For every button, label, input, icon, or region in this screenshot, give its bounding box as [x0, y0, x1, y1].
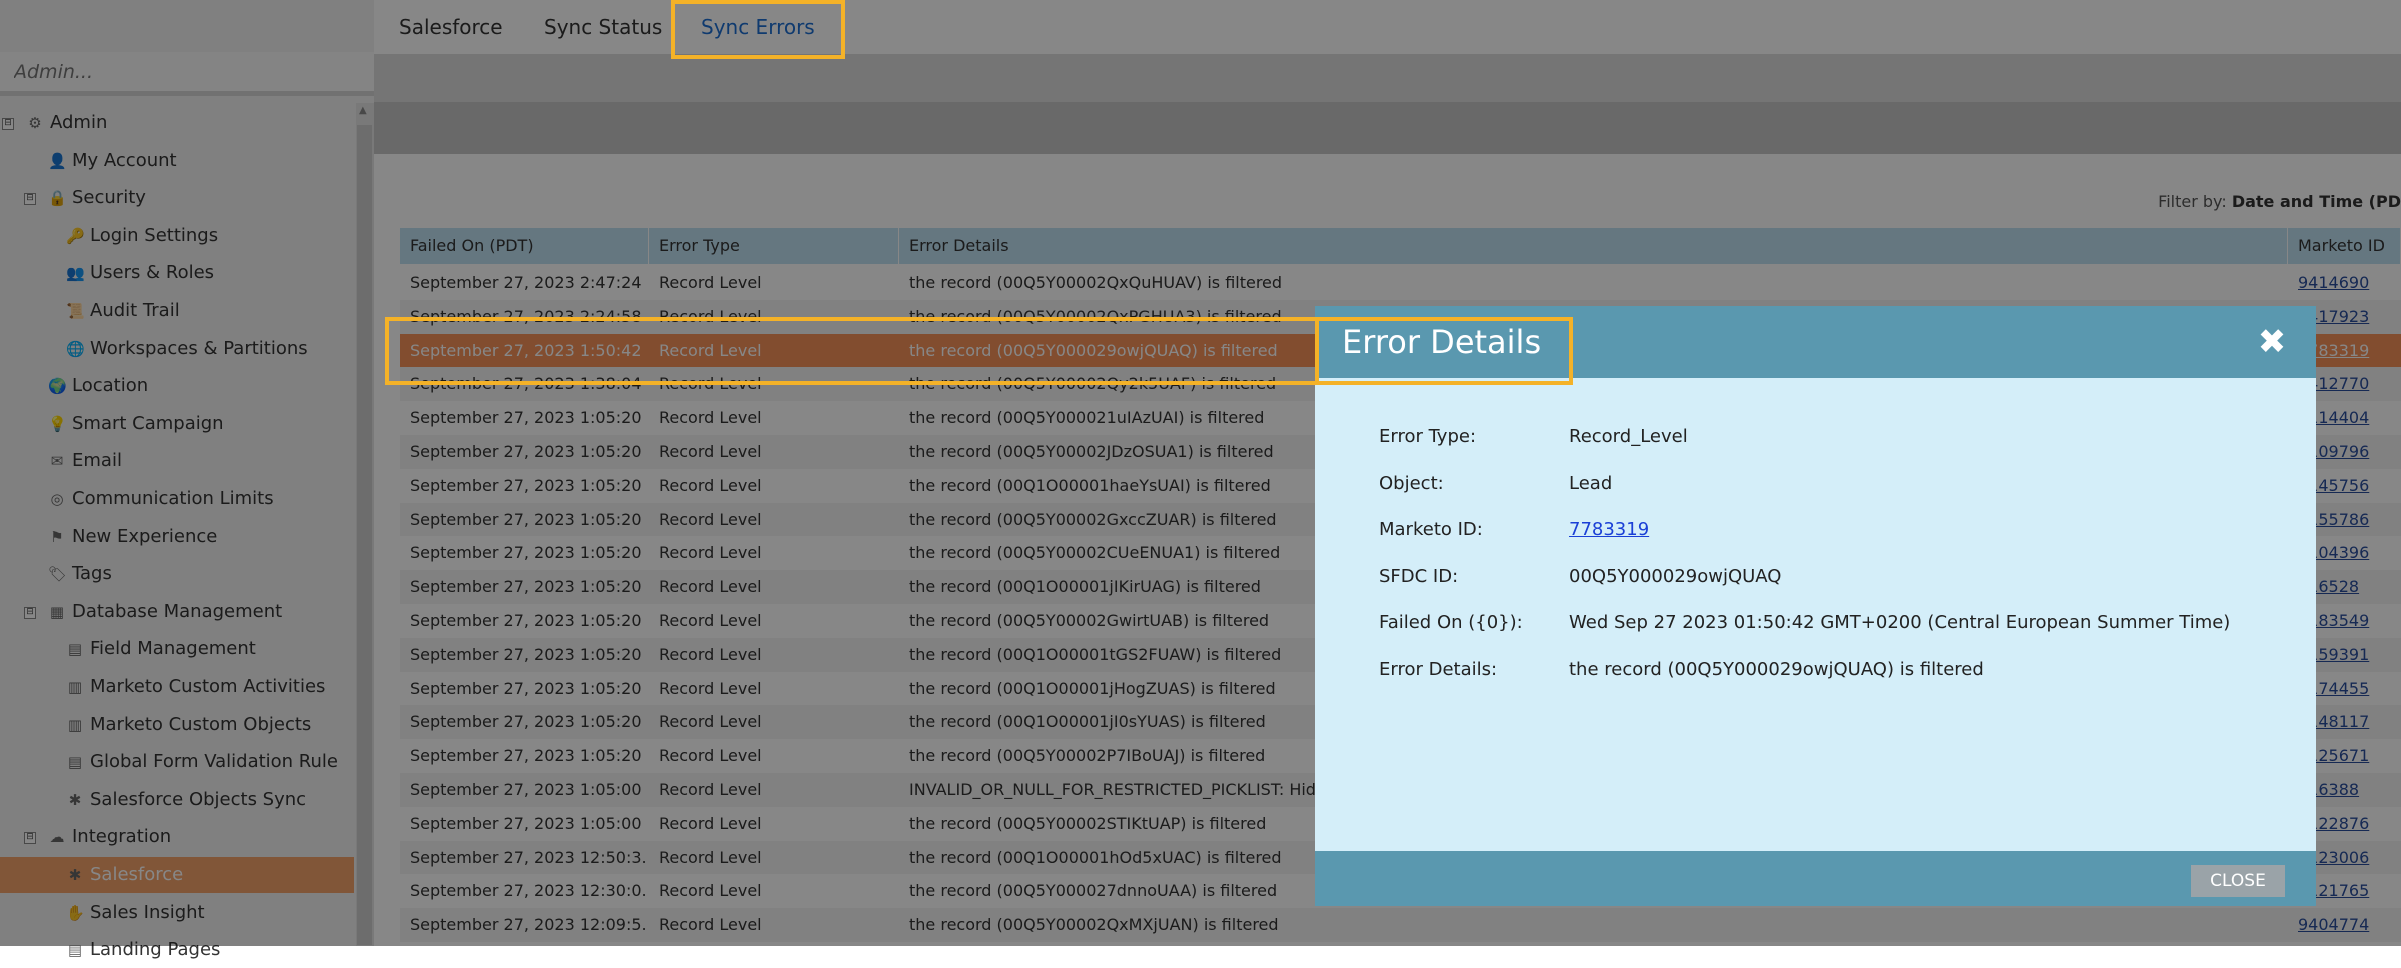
highlight-sync-errors-tab [671, 0, 845, 59]
close-button[interactable]: CLOSE [2191, 865, 2285, 897]
dialog-footer: CLOSE [1315, 851, 2316, 906]
dialog-field-value: the record (00Q5Y000029owjQUAQ) is filte… [1569, 658, 1984, 680]
error-details-dialog: Error Details ✖ Error Type: Record_Level O… [1315, 306, 2316, 906]
close-icon[interactable]: ✖ [2252, 322, 2292, 362]
dialog-field-label: Object: [1379, 472, 1444, 494]
dialog-field-value: Lead [1569, 472, 1613, 494]
dialog-field-label: Failed On ({0}): [1379, 612, 1523, 633]
dialog-body: Error Type: Record_Level Object: Lead Market… [1315, 378, 2316, 851]
highlight-dialog-title [1315, 317, 1573, 385]
dialog-field-label: Error Type: [1379, 426, 1477, 447]
dialog-field-value: Wed Sep 27 2023 01:50:42 GMT+0200 (Centr… [1569, 612, 2231, 633]
dialog-field-value: 00Q5Y000029owjQUAQ [1569, 565, 1782, 587]
dialog-field-value: Record_Level [1569, 426, 1688, 447]
dialog-field-label: SFDC ID: [1379, 565, 1459, 587]
dialog-field-label: Marketo ID: [1379, 519, 1483, 540]
marketo-id-link[interactable]: 7783319 [1569, 515, 1649, 545]
dialog-field-label: Error Details: [1379, 658, 1498, 680]
